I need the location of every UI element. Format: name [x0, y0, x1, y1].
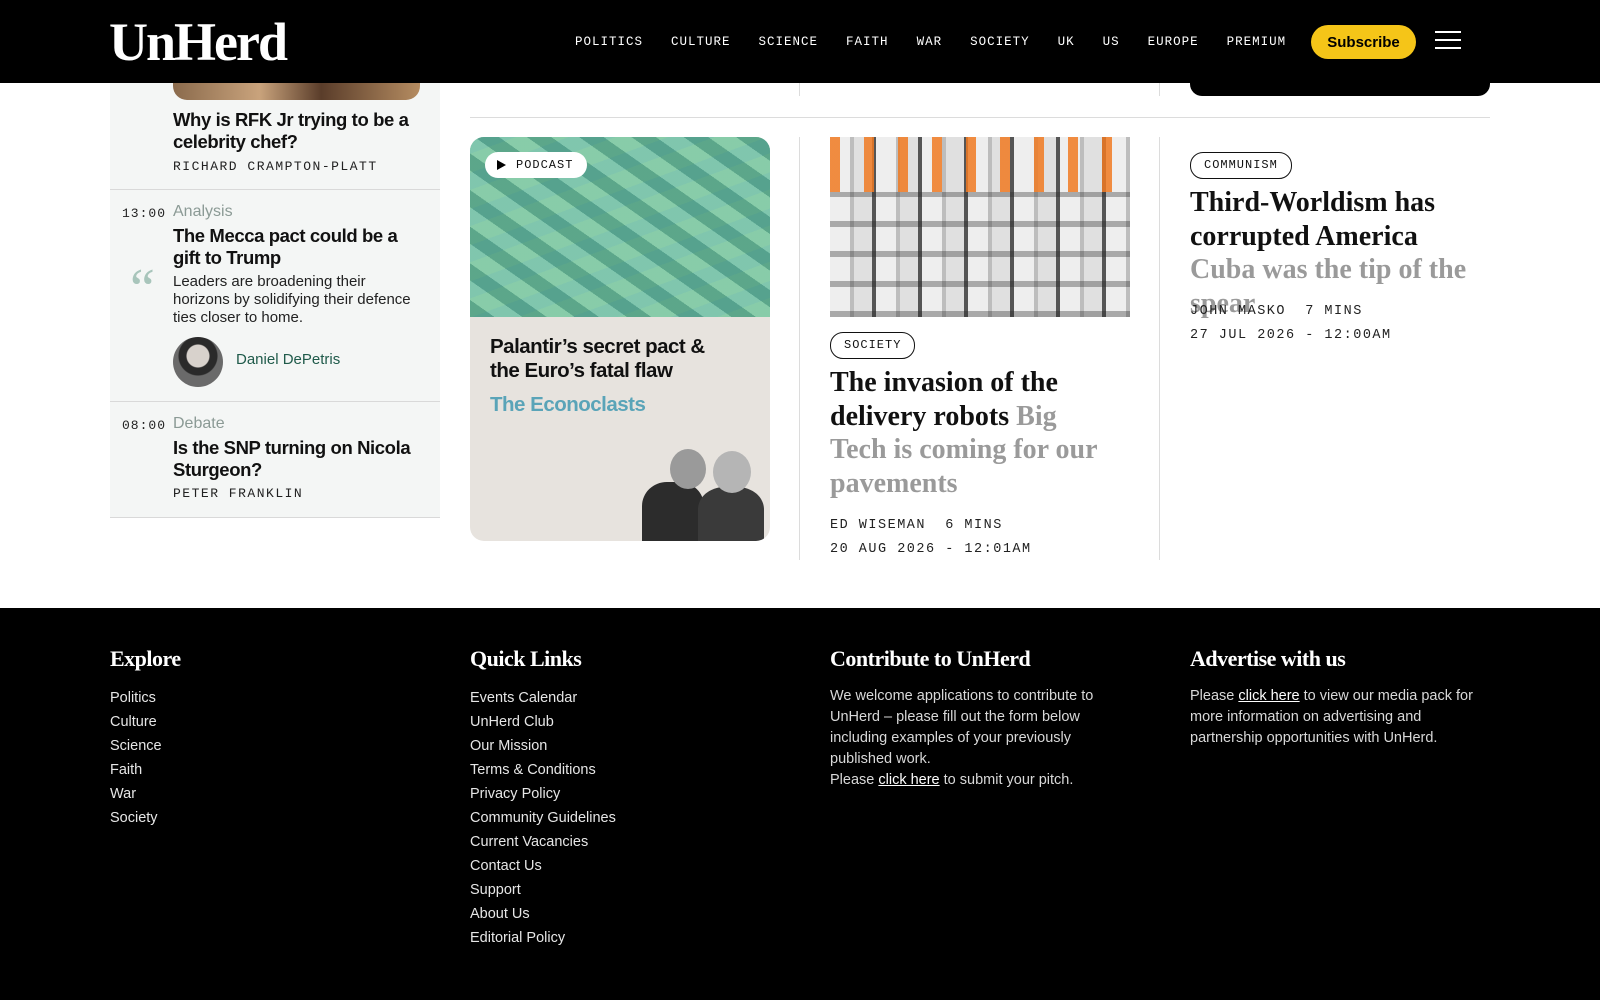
- nav-science[interactable]: SCIENCE: [759, 31, 819, 53]
- footer-advertise: Advertise with us Please click here to v…: [1190, 646, 1490, 749]
- article-date: 27 JUL 2026 - 12:00AM: [1190, 328, 1392, 343]
- divider: [799, 83, 800, 96]
- divider: [110, 189, 440, 190]
- host-photo: [642, 482, 704, 541]
- sidebar-article-author[interactable]: PETER FRANKLIN: [173, 486, 303, 501]
- sidebar-feed: Why is RFK Jr trying to be a celebrity c…: [110, 83, 440, 518]
- article-image[interactable]: [830, 137, 1130, 317]
- podcast-title[interactable]: Palantir’s secret pact & the Euro’s fata…: [490, 335, 730, 383]
- host-photo: [713, 451, 751, 493]
- subscribe-button[interactable]: Subscribe: [1311, 25, 1416, 59]
- footer-link-science[interactable]: Science: [110, 734, 181, 758]
- nav-europe[interactable]: EUROPE: [1148, 31, 1199, 53]
- footer-link-vacancies[interactable]: Current Vacancies: [470, 830, 616, 854]
- divider: [1159, 137, 1160, 560]
- site-header: UnHerd POLITICS CULTURE SCIENCE FAITH WA…: [0, 0, 1600, 83]
- site-logo[interactable]: UnHerd: [109, 10, 288, 74]
- footer-quick-links: Quick Links Events Calendar UnHerd Club …: [470, 646, 616, 950]
- footer-contribute-cta: Please click here to submit your pitch.: [830, 772, 1074, 788]
- footer-link-terms[interactable]: Terms & Conditions: [470, 758, 616, 782]
- avatar[interactable]: [173, 337, 223, 387]
- footer-advertise-text: Please click here to view our media pack…: [1190, 688, 1473, 746]
- footer-heading: Advertise with us: [1190, 646, 1346, 671]
- footer-link-privacy[interactable]: Privacy Policy: [470, 782, 616, 806]
- footer-contribute: Contribute to UnHerd We welcome applicat…: [830, 646, 1130, 791]
- sidebar-article-title[interactable]: The Mecca pact could be a gift to Trump: [173, 225, 423, 268]
- host-photo: [698, 487, 764, 541]
- footer-contribute-text: We welcome applications to contribute to…: [830, 688, 1094, 767]
- footer-link-society[interactable]: Society: [110, 806, 181, 830]
- footer-link-editorial[interactable]: Editorial Policy: [470, 926, 616, 950]
- hamburger-icon[interactable]: [1435, 31, 1461, 51]
- article-byline: JOHN MASKO 7 MINS: [1190, 304, 1363, 319]
- footer-heading: Explore: [110, 646, 181, 671]
- footer-heading: Quick Links: [470, 646, 582, 671]
- nav-us[interactable]: US: [1103, 31, 1120, 53]
- article-headline[interactable]: The invasion of the delivery robots Big …: [830, 366, 1110, 500]
- nav-uk[interactable]: UK: [1058, 31, 1075, 53]
- footer-link-culture[interactable]: Culture: [110, 710, 181, 734]
- podcast-series[interactable]: The Econoclasts: [490, 393, 646, 417]
- footer-link-events[interactable]: Events Calendar: [470, 686, 616, 710]
- read-time: 7 MINS: [1305, 304, 1363, 319]
- sidebar-article-title[interactable]: Why is RFK Jr trying to be a celebrity c…: [173, 109, 423, 152]
- podcast-badge-label: PODCAST: [516, 158, 574, 172]
- footer-link-contact[interactable]: Contact Us: [470, 854, 616, 878]
- category-tag[interactable]: SOCIETY: [830, 332, 916, 359]
- article-thumbnail[interactable]: [173, 83, 420, 100]
- footer-explore: Explore Politics Culture Science Faith W…: [110, 646, 181, 830]
- sidebar-item-type: Analysis: [173, 203, 233, 220]
- footer-link-mission[interactable]: Our Mission: [470, 734, 616, 758]
- host-photo: [670, 449, 706, 489]
- sidebar-item-time: 08:00: [122, 418, 167, 433]
- main-nav: POLITICS CULTURE SCIENCE FAITH WAR SOCIE…: [575, 31, 1314, 53]
- nav-politics[interactable]: POLITICS: [575, 31, 643, 53]
- footer-link-support[interactable]: Support: [470, 878, 616, 902]
- category-tag[interactable]: COMMUNISM: [1190, 152, 1292, 179]
- divider: [470, 117, 1490, 118]
- contribute-link[interactable]: click here: [878, 772, 939, 788]
- read-time: 6 MINS: [945, 518, 1003, 533]
- footer-heading: Contribute to UnHerd: [830, 646, 1031, 671]
- footer-link-faith[interactable]: Faith: [110, 758, 181, 782]
- advertise-link[interactable]: click here: [1238, 688, 1299, 704]
- play-icon: [497, 160, 506, 170]
- sidebar-item-time: 13:00: [122, 206, 167, 221]
- article-headline[interactable]: Third-Worldism has corrupted America Cub…: [1190, 186, 1475, 320]
- sidebar-quote: Leaders are broadening their horizons by…: [173, 273, 411, 326]
- footer-link-club[interactable]: UnHerd Club: [470, 710, 616, 734]
- article-author[interactable]: ED WISEMAN: [830, 518, 926, 533]
- article-date: 20 AUG 2026 - 12:01AM: [830, 542, 1032, 557]
- site-footer: Explore Politics Culture Science Faith W…: [0, 608, 1600, 1000]
- author-name[interactable]: Daniel DePetris: [236, 351, 340, 368]
- divider: [799, 137, 800, 560]
- sidebar-item-type: Debate: [173, 415, 225, 432]
- footer-link-guidelines[interactable]: Community Guidelines: [470, 806, 616, 830]
- footer-link-politics[interactable]: Politics: [110, 686, 181, 710]
- headline-title: Third-Worldism has corrupted America: [1190, 187, 1436, 252]
- sidebar-article-title[interactable]: Is the SNP turning on Nicola Sturgeon?: [173, 437, 423, 480]
- article-byline: ED WISEMAN 6 MINS: [830, 518, 1003, 533]
- podcast-badge: PODCAST: [485, 152, 588, 178]
- quote-icon: “: [130, 258, 155, 320]
- nav-culture[interactable]: CULTURE: [671, 31, 731, 53]
- sidebar-article-author[interactable]: RICHARD CRAMPTON-PLATT: [173, 159, 378, 174]
- article-author[interactable]: JOHN MASKO: [1190, 304, 1286, 319]
- nav-society[interactable]: SOCIETY: [970, 31, 1030, 53]
- podcast-card[interactable]: PODCAST Palantir’s secret pact & the Eur…: [470, 137, 770, 541]
- nav-premium[interactable]: PREMIUM: [1227, 31, 1287, 53]
- nav-war[interactable]: WAR: [917, 31, 943, 53]
- divider: [1159, 83, 1160, 96]
- footer-link-about[interactable]: About Us: [470, 902, 616, 926]
- divider: [110, 401, 440, 402]
- footer-link-war[interactable]: War: [110, 782, 181, 806]
- nav-faith[interactable]: FAITH: [846, 31, 889, 53]
